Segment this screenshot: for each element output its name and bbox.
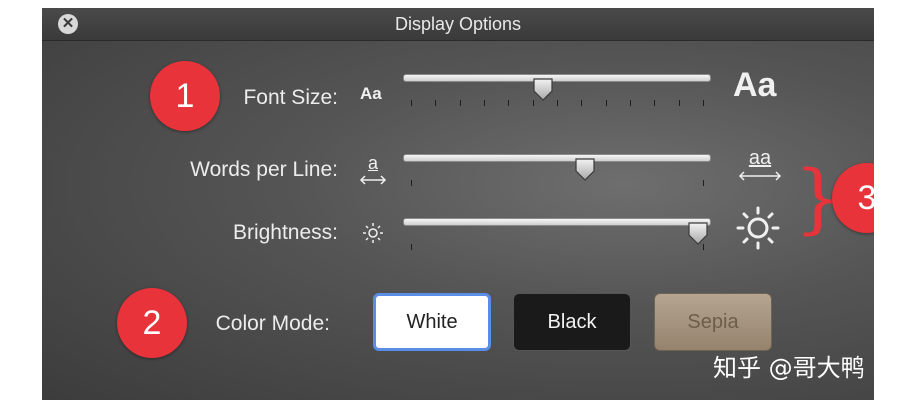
slider-tick: [435, 100, 436, 106]
font-size-label: Font Size:: [243, 86, 338, 109]
font-size-track[interactable]: [403, 74, 711, 82]
words-per-line-large-icon: aa: [738, 148, 782, 186]
brightness-thumb[interactable]: [687, 222, 709, 246]
window-title: Display Options: [394, 14, 522, 34]
slider-tick: [581, 100, 582, 106]
sun-large-icon: [736, 206, 780, 250]
color-mode-sepia-button[interactable]: Sepia: [654, 293, 772, 351]
words-per-line-ticks: [403, 180, 711, 186]
slider-tick: [557, 100, 558, 106]
watermark: 知乎 @哥大鸭: [713, 354, 865, 382]
slider-tick: [679, 100, 680, 106]
slider-tick: [460, 100, 461, 106]
brightness-label: Brightness:: [232, 221, 338, 244]
slider-tick: [654, 100, 655, 106]
brightness-slider[interactable]: [403, 218, 711, 258]
color-mode-black-button[interactable]: Black: [513, 293, 631, 351]
brightness-ticks: [403, 244, 711, 250]
horizontal-arrow-icon: [359, 175, 387, 185]
slider-tick: [606, 100, 607, 106]
slider-tick: [703, 180, 704, 186]
sun-small-icon: [363, 223, 383, 243]
words-per-line-small-icon-text: a: [367, 153, 378, 173]
title-bar: ✕ Display Options: [42, 8, 874, 41]
slider-tick: [508, 100, 509, 106]
font-size-small-icon: Aa: [360, 84, 382, 103]
display-options-window: ✕ Display Options 1 Font Size: Aa Aa Wor…: [42, 8, 874, 400]
slider-tick: [703, 100, 704, 106]
words-per-line-track[interactable]: [403, 154, 711, 162]
font-size-slider[interactable]: [403, 74, 711, 114]
color-mode-label: Color Mode:: [215, 312, 330, 335]
words-per-line-small-icon: a: [358, 154, 388, 190]
slider-tick: [411, 244, 412, 250]
words-per-line-thumb[interactable]: [574, 158, 596, 182]
slider-tick: [411, 180, 412, 186]
font-size-thumb[interactable]: [532, 78, 554, 102]
font-size-large-icon: Aa: [733, 66, 777, 104]
slider-tick: [484, 100, 485, 106]
slider-tick: [411, 100, 412, 106]
font-size-ticks: [403, 100, 711, 106]
words-per-line-slider[interactable]: [403, 154, 711, 194]
slider-tick: [630, 100, 631, 106]
color-mode-white-button[interactable]: White: [373, 293, 491, 351]
callout-badge-2: 2: [117, 288, 187, 358]
brightness-track[interactable]: [403, 218, 711, 226]
words-per-line-label: Words per Line:: [190, 158, 338, 181]
words-per-line-large-icon-text: aa: [748, 147, 772, 169]
wide-horizontal-arrow-icon: [738, 171, 782, 181]
